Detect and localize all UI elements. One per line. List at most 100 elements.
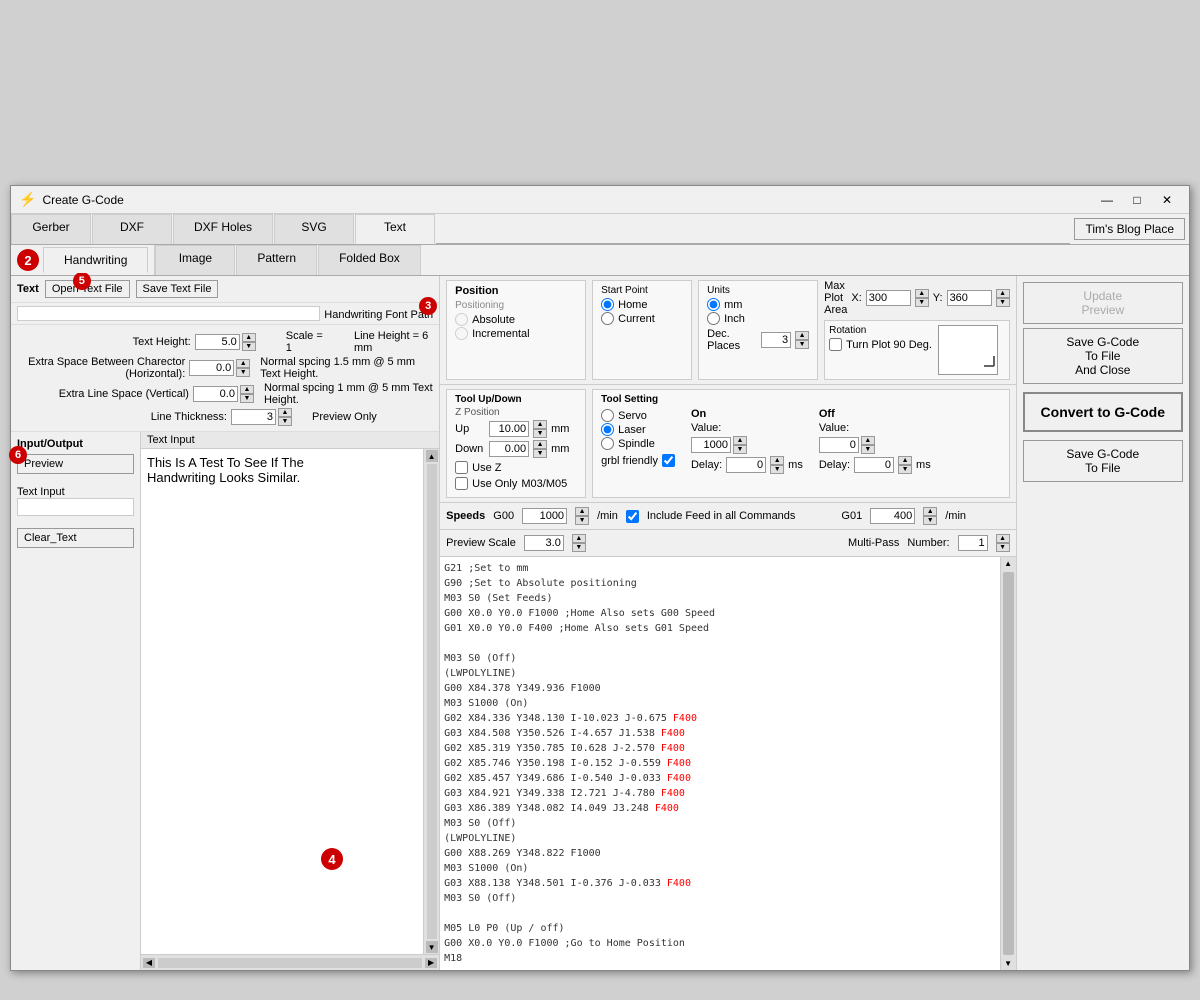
close-button[interactable]: ✕ (1153, 189, 1181, 211)
spin-up-3[interactable]: ▲ (240, 385, 254, 394)
main-textarea[interactable]: This Is A Test To See If The Handwriting… (141, 449, 423, 954)
on-delay-spinner[interactable]: ▲ ▼ (770, 456, 784, 474)
tab-text[interactable]: Text (355, 214, 435, 244)
spin-up-4[interactable]: ▲ (278, 408, 292, 417)
update-preview-button[interactable]: UpdatePreview (1023, 282, 1183, 324)
spin-down-11[interactable]: ▼ (770, 465, 784, 474)
servo-radio[interactable] (601, 409, 614, 422)
y-input[interactable] (947, 290, 992, 306)
down-input[interactable] (489, 441, 529, 457)
save-text-file-button[interactable]: Save Text File (136, 280, 219, 298)
inch-radio[interactable] (707, 312, 720, 325)
tab-gerber[interactable]: Gerber (11, 214, 91, 244)
spin-down-4[interactable]: ▼ (278, 417, 292, 426)
spin-up[interactable]: ▲ (242, 333, 256, 342)
spin-down-5[interactable]: ▼ (795, 340, 809, 349)
dec-places-spinner[interactable]: ▲ ▼ (795, 331, 809, 349)
laser-radio[interactable] (601, 423, 614, 436)
tab-pattern[interactable]: Pattern (236, 245, 317, 275)
text-scrollbar[interactable]: ▲ ▼ (423, 449, 439, 954)
spin-up-8[interactable]: ▲ (533, 420, 547, 429)
preview-scale-spinner[interactable]: ▲ ▼ (572, 534, 586, 552)
text-input-field[interactable] (17, 498, 134, 516)
spin-down-13[interactable]: ▼ (898, 465, 912, 474)
tab-folded-box[interactable]: Folded Box (318, 245, 421, 275)
line-thickness-input[interactable] (231, 409, 276, 425)
minimize-button[interactable]: — (1093, 189, 1121, 211)
g00-spinner[interactable]: ▲ ▼ (575, 507, 589, 525)
dec-places-input[interactable] (761, 332, 791, 348)
multipass-spinner[interactable]: ▲ ▼ (996, 534, 1010, 552)
use-z-checkbox[interactable] (455, 461, 468, 474)
extra-space-spinner[interactable]: ▲ ▼ (236, 359, 250, 377)
off-delay-input[interactable] (854, 457, 894, 473)
spin-down-6[interactable]: ▼ (915, 298, 929, 307)
include-feed-checkbox[interactable] (626, 510, 639, 523)
tab-dxf-holes[interactable]: DXF Holes (173, 214, 273, 244)
home-radio[interactable] (601, 298, 614, 311)
spin-up-15[interactable]: ▲ (923, 507, 937, 516)
save-gcode-close-button[interactable]: Save G-CodeTo FileAnd Close (1023, 328, 1183, 384)
spin-up-17[interactable]: ▲ (996, 534, 1010, 543)
preview-button[interactable]: Preview (17, 454, 134, 474)
gcode-scrollbar[interactable]: ▲ ▼ (1000, 557, 1016, 970)
spin-down-16[interactable]: ▼ (572, 543, 586, 552)
on-value-spinner[interactable]: ▲ ▼ (733, 436, 747, 454)
down-spinner[interactable]: ▲ ▼ (533, 440, 547, 458)
clear-text-button[interactable]: Clear_Text (17, 528, 134, 548)
spin-down-7[interactable]: ▼ (996, 298, 1010, 307)
turn-90-checkbox[interactable] (829, 338, 842, 351)
use-only-checkbox[interactable] (455, 477, 468, 490)
off-value-input[interactable] (819, 437, 859, 453)
off-value-spinner[interactable]: ▲ ▼ (861, 436, 875, 454)
spin-up-16[interactable]: ▲ (572, 534, 586, 543)
spin-up-12[interactable]: ▲ (861, 436, 875, 445)
extra-line-spinner[interactable]: ▲ ▼ (240, 385, 254, 403)
font-path-input[interactable]: E:\Users\timon\Documents\Visual Studio P… (17, 306, 320, 321)
off-delay-spinner[interactable]: ▲ ▼ (898, 456, 912, 474)
spin-up-14[interactable]: ▲ (575, 507, 589, 516)
spin-down[interactable]: ▼ (242, 342, 256, 351)
current-radio[interactable] (601, 312, 614, 325)
multipass-input[interactable] (958, 535, 988, 551)
spin-down-10[interactable]: ▼ (733, 445, 747, 454)
save-gcode-file-button[interactable]: Save G-CodeTo File (1023, 440, 1183, 482)
g00-input[interactable] (522, 508, 567, 524)
maximize-button[interactable]: □ (1123, 189, 1151, 211)
spin-down-2[interactable]: ▼ (236, 368, 250, 377)
incremental-radio[interactable] (455, 327, 468, 340)
blog-button[interactable]: Tim's Blog Place (1074, 218, 1185, 240)
up-spinner[interactable]: ▲ ▼ (533, 420, 547, 438)
g01-spinner[interactable]: ▲ ▼ (923, 507, 937, 525)
up-input[interactable] (489, 421, 529, 437)
spin-up-5[interactable]: ▲ (795, 331, 809, 340)
on-delay-input[interactable] (726, 457, 766, 473)
spindle-radio[interactable] (601, 437, 614, 450)
spin-up-9[interactable]: ▲ (533, 440, 547, 449)
x-spinner[interactable]: ▲ ▼ (915, 289, 929, 307)
preview-scale-input[interactable] (524, 535, 564, 551)
y-spinner[interactable]: ▲ ▼ (996, 289, 1010, 307)
extra-line-input[interactable] (193, 386, 238, 402)
spin-down-3[interactable]: ▼ (240, 394, 254, 403)
spin-down-17[interactable]: ▼ (996, 543, 1010, 552)
spin-up-2[interactable]: ▲ (236, 359, 250, 368)
mm-radio[interactable] (707, 298, 720, 311)
spin-down-14[interactable]: ▼ (575, 516, 589, 525)
convert-gcode-button[interactable]: Convert to G-Code (1023, 392, 1183, 432)
tab-image[interactable]: Image (155, 245, 235, 275)
spin-up-6[interactable]: ▲ (915, 289, 929, 298)
line-thickness-spinner[interactable]: ▲ ▼ (278, 408, 292, 426)
spin-up-11[interactable]: ▲ (770, 456, 784, 465)
spin-down-8[interactable]: ▼ (533, 429, 547, 438)
g01-input[interactable] (870, 508, 915, 524)
tab-dxf[interactable]: DXF (92, 214, 172, 244)
tab-svg[interactable]: SVG (274, 214, 354, 244)
text-height-spinner[interactable]: ▲ ▼ (242, 333, 256, 351)
on-value-input[interactable] (691, 437, 731, 453)
spin-up-10[interactable]: ▲ (733, 436, 747, 445)
spin-up-7[interactable]: ▲ (996, 289, 1010, 298)
spin-up-13[interactable]: ▲ (898, 456, 912, 465)
spin-down-9[interactable]: ▼ (533, 449, 547, 458)
horiz-scrollbar[interactable]: ◀ ▶ (141, 954, 439, 970)
